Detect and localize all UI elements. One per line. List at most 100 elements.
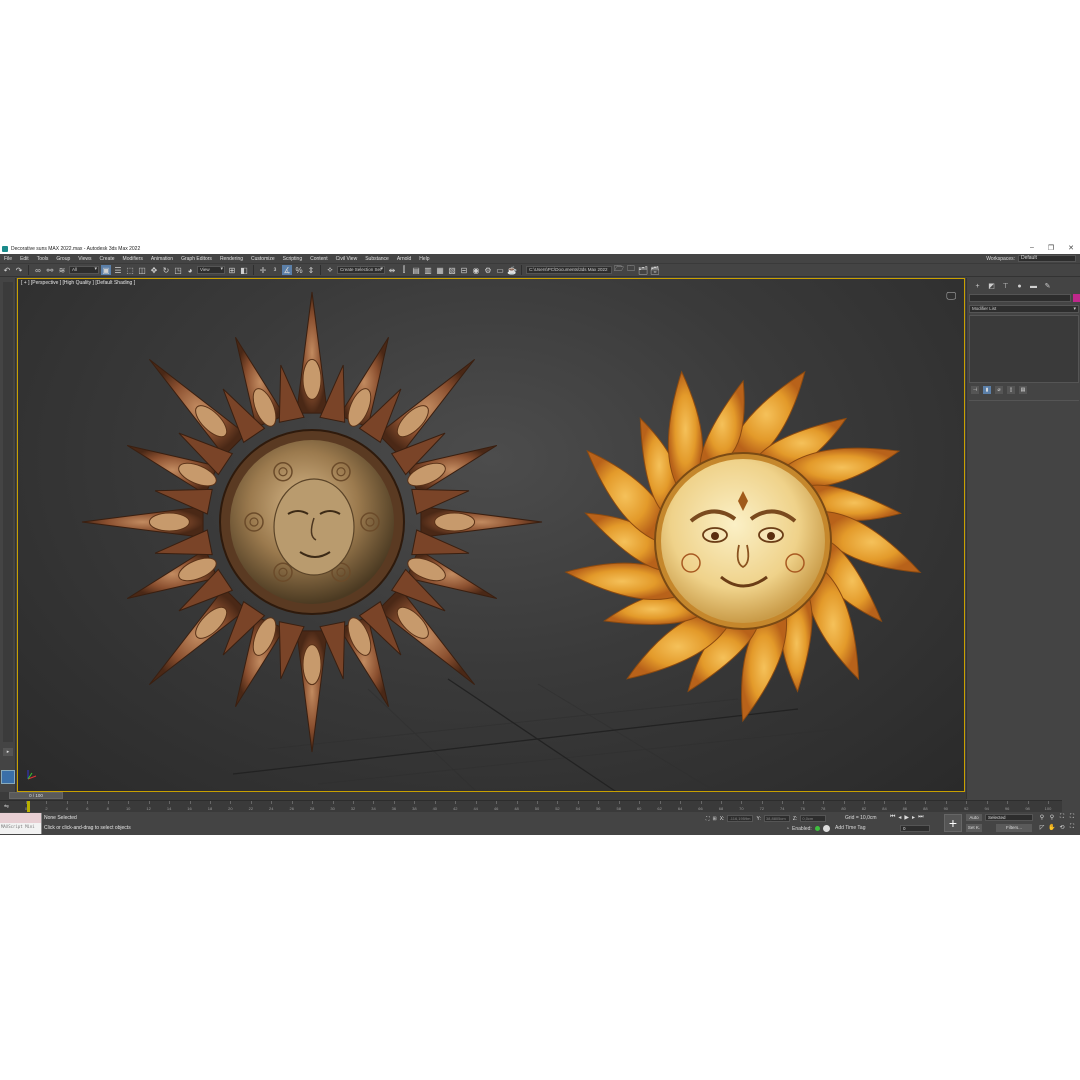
rect-selection-icon[interactable]: ⬚: [125, 265, 135, 275]
menu-create[interactable]: Create: [96, 256, 119, 262]
menu-content[interactable]: Content: [306, 256, 332, 262]
previous-frame-icon[interactable]: ◂: [898, 814, 901, 821]
menu-edit[interactable]: Edit: [16, 256, 33, 262]
select-scale-icon[interactable]: ◳: [173, 265, 183, 275]
angle-snap-icon[interactable]: ∡: [282, 265, 292, 275]
reference-coord-select[interactable]: View: [197, 266, 225, 274]
edit-named-selection-icon[interactable]: ⟡: [325, 265, 335, 275]
viewcube-icon[interactable]: 🖵: [946, 291, 956, 302]
menu-file[interactable]: File: [0, 256, 16, 262]
viewport-label[interactable]: [ + ] [Perspective ] [High Quality ] [De…: [21, 280, 135, 286]
field-of-view-icon[interactable]: ◸: [1038, 824, 1046, 832]
material-editor-icon[interactable]: ◉: [471, 265, 481, 275]
display-tab-icon[interactable]: ▬: [1028, 283, 1039, 290]
isolate-icon[interactable]: ⛶: [706, 816, 710, 822]
viewport-layout-button[interactable]: [1, 770, 15, 784]
configure-sets-icon[interactable]: ▤: [1019, 386, 1027, 394]
enabled-status-icon[interactable]: [814, 826, 820, 831]
unlink-icon[interactable]: ⚯: [45, 265, 55, 275]
orbit-icon[interactable]: ⟲: [1058, 824, 1066, 832]
render-production-icon[interactable]: ☕: [507, 265, 517, 275]
select-rotate-icon[interactable]: ↻: [161, 265, 171, 275]
menu-customize[interactable]: Customize: [247, 256, 279, 262]
play-icon[interactable]: ▶: [904, 814, 909, 821]
golden-sun-model[interactable]: [564, 370, 922, 723]
curve-editor-icon[interactable]: ▧: [447, 265, 457, 275]
expand-strip-button[interactable]: ▸: [3, 748, 13, 756]
pivot-center-icon[interactable]: ⊞: [227, 265, 237, 275]
undo-icon[interactable]: ↶: [2, 265, 12, 275]
menu-substance[interactable]: Substance: [361, 256, 393, 262]
selection-filter-select[interactable]: All: [69, 266, 99, 274]
menu-help[interactable]: Help: [415, 256, 433, 262]
track-bar[interactable]: ⇋ 0 2 4 6 8 10 12 14 16 18 20 22 24 26 28 30 32 34 36 38 40 4…: [0, 800, 1062, 813]
absolute-mode-icon[interactable]: ⊞: [713, 816, 717, 822]
workspace-select[interactable]: Default: [1018, 255, 1076, 262]
close-button[interactable]: ✕: [1068, 244, 1074, 252]
bind-spacewarp-icon[interactable]: ≋: [57, 265, 67, 275]
create-tab-icon[interactable]: +: [972, 283, 983, 290]
maxscript-output[interactable]: [0, 813, 41, 823]
menu-arnold[interactable]: Arnold: [393, 256, 415, 262]
scene-explorer-icon[interactable]: ▤: [411, 265, 421, 275]
keyboard-shortcut-icon[interactable]: ✛: [258, 265, 268, 275]
remove-modifier-icon[interactable]: ▯: [1007, 386, 1015, 394]
maximize-viewport-icon[interactable]: ⛶: [1068, 824, 1076, 832]
modifier-stack[interactable]: [969, 315, 1079, 383]
spinner-snap-icon[interactable]: ⇕: [306, 265, 316, 275]
menu-group[interactable]: Group: [52, 256, 74, 262]
bronze-sun-model[interactable]: [81, 291, 543, 753]
schematic-view-icon[interactable]: ⊟: [459, 265, 469, 275]
restore-button[interactable]: ❐: [1048, 244, 1054, 252]
menu-animation[interactable]: Animation: [147, 256, 177, 262]
object-color-swatch[interactable]: [1073, 294, 1080, 302]
zoom-all-icon[interactable]: ⚲: [1048, 814, 1056, 822]
menu-scripting[interactable]: Scripting: [279, 256, 306, 262]
y-coordinate-field[interactable]: 38,8805cm: [763, 815, 790, 822]
align-icon[interactable]: ⫿: [399, 265, 409, 275]
set-key-icon[interactable]: +: [944, 814, 962, 832]
percent-snap-icon[interactable]: %: [294, 265, 304, 275]
menu-modifiers[interactable]: Modifiers: [119, 256, 147, 262]
perspective-viewport[interactable]: [ + ] [Perspective ] [High Quality ] [De…: [17, 278, 965, 792]
key-mode-select[interactable]: Selected: [985, 814, 1033, 821]
placement-icon[interactable]: ◕: [185, 265, 195, 275]
time-tag-icon[interactable]: ◔: [786, 826, 789, 832]
go-to-end-icon[interactable]: ⏭: [918, 814, 923, 821]
project-folder-icon[interactable]: 🗁: [614, 264, 624, 275]
select-manipulate-icon[interactable]: ◧: [239, 265, 249, 275]
time-slider-handle[interactable]: 0 / 100: [9, 792, 63, 799]
rendered-frame-icon[interactable]: ▭: [495, 265, 505, 275]
select-object-icon[interactable]: ▣: [101, 265, 111, 275]
menu-views[interactable]: Views: [74, 256, 95, 262]
pan-icon[interactable]: ✋: [1048, 824, 1056, 832]
pin-stack-icon[interactable]: ⊣: [971, 386, 979, 394]
zoom-icon[interactable]: ⚲: [1038, 814, 1046, 822]
link-icon[interactable]: ∞: [33, 265, 43, 275]
window-crossing-icon[interactable]: ◫: [137, 265, 147, 275]
set-key-button[interactable]: Set K.: [966, 824, 982, 832]
layer-explorer-icon[interactable]: ▥: [423, 265, 433, 275]
mirror-icon[interactable]: ⇹: [387, 265, 397, 275]
menu-tools[interactable]: Tools: [33, 256, 53, 262]
modify-tab-icon[interactable]: ◩: [986, 282, 997, 290]
menu-graph-editors[interactable]: Graph Editors: [177, 256, 216, 262]
open-mini-curve-editor-icon[interactable]: ⇋: [4, 803, 9, 810]
go-to-start-icon[interactable]: ⏮: [890, 814, 895, 821]
zoom-extents-all-icon[interactable]: ⛶: [1068, 814, 1076, 822]
modifier-list-select[interactable]: Modifier List: [969, 305, 1079, 313]
auto-key-button[interactable]: Auto: [966, 814, 982, 821]
z-coordinate-field[interactable]: 0,0cm: [800, 815, 827, 822]
object-name-field[interactable]: [969, 294, 1071, 302]
show-end-result-icon[interactable]: ▮: [983, 386, 991, 394]
menu-rendering[interactable]: Rendering: [216, 256, 247, 262]
project-new-icon[interactable]: 🗂: [638, 265, 648, 275]
enabled-toggle[interactable]: [822, 825, 830, 832]
hierarchy-tab-icon[interactable]: ⊤: [1000, 282, 1011, 290]
project-folder-select[interactable]: C:\Users\PC\Documents\3ds Max 2022: [526, 266, 612, 274]
key-filters-button[interactable]: Filters...: [996, 824, 1032, 832]
time-slider[interactable]: 0 / 100: [0, 792, 966, 800]
utilities-tab-icon[interactable]: ✎: [1042, 282, 1053, 290]
maxscript-listener[interactable]: MAXScript Mini: [0, 813, 42, 834]
minimize-button[interactable]: –: [1030, 244, 1034, 252]
